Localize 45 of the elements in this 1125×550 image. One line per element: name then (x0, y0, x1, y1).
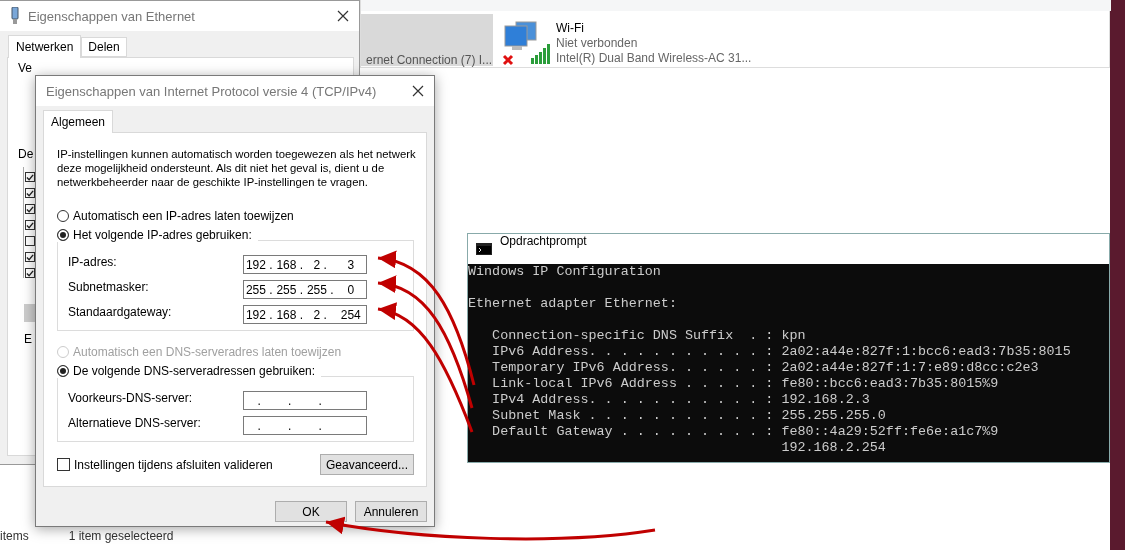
radio-label: Automatisch een IP-adres laten toewijzen (73, 209, 294, 223)
checkbox[interactable] (25, 236, 35, 246)
console-output: Windows IP Configuration Ethernet adapter Ethernet: Connection-specific DNS Suffix . : kpn IPv6 Address. . . . . . . . . . . : 2a02:a44e:827f:1:bcc6:ead3:7b35:8015 Temporary IPv6 Address. . . . . . : 2a02:a44e:827f:1:7:e89:d8cc:c2e3 Link-local IPv6 Address . . . . . : fe80::bcc6:ead3:7b35:8015%9 IPv4 Address. . . . . . . . . . . : 192.168.2.3 Subnet Mask . . . . . . . . . . . : 255.255.255.0 Default Gateway . . . . . . . . . : fe80::4a29:52ff:fe6e:a1c7%9 192.168.2.254 (468, 264, 1109, 462)
window-title: Eigenschappen van Ethernet (28, 8, 196, 24)
network-computers-icon (502, 20, 552, 66)
ok-button[interactable]: OK (275, 501, 347, 522)
ip-address-field[interactable]: 192 . 168 . 2 . 254 (243, 305, 367, 324)
tab[interactable]: Netwerken (8, 35, 82, 58)
radio-button[interactable] (57, 210, 69, 222)
connection-status: Niet verbonden (556, 36, 638, 50)
network-adapter-icon (10, 7, 20, 25)
adapter-name: Intel(R) Dual Band Wireless-AC 31... (556, 51, 752, 65)
window-title: Eigenschappen van Internet Protocol versie 4 (TCP/IPv4) (46, 83, 378, 99)
close-icon[interactable] (337, 10, 349, 22)
cancel-button[interactable]: Annuleren (355, 501, 427, 522)
radio-button[interactable] (57, 229, 69, 241)
field-label: Subnetmasker: (68, 280, 149, 294)
radio-button[interactable] (57, 365, 69, 377)
ip-address-field[interactable]: 192 . 168 . 2 . 3 (243, 255, 367, 274)
radio-label: De volgende DNS-serveradressen gebruiken: (73, 364, 316, 378)
button-edge[interactable] (24, 304, 36, 322)
section-label: De (18, 147, 34, 161)
tab[interactable]: Delen (81, 37, 127, 57)
field-label: IP-adres: (68, 255, 117, 269)
ip-address-field[interactable]: 255 . 255 . 255 . 0 (243, 280, 367, 299)
connection-name: Wi-Fi (556, 21, 584, 35)
connection-name: ernet Connection (7) I... (366, 53, 493, 67)
field-label: Alternatieve DNS-server: (68, 416, 201, 430)
validate-checkbox[interactable]: Instellingen tijdens afsluiten valideren (57, 457, 273, 472)
selection-count: 1 item geselecteerd (68, 529, 174, 543)
item-count: items (0, 529, 29, 543)
radio-label: Het volgende IP-adres gebruiken: (73, 228, 252, 242)
field-label: Voorkeurs-DNS-server: (68, 391, 193, 405)
section-label: Ve (18, 61, 32, 75)
field-label: Standaardgateway: (68, 305, 172, 319)
terminal-icon (476, 243, 492, 255)
window-title: Opdrachtprompt (500, 234, 588, 248)
ip-address-field[interactable]: . . . (243, 391, 367, 410)
advanced-button[interactable]: Geavanceerd... (320, 454, 414, 475)
tab[interactable]: Algemeen (43, 110, 114, 133)
section-label: E (24, 332, 32, 346)
close-icon[interactable] (412, 85, 424, 97)
ip-address-field[interactable]: . . . (243, 416, 367, 435)
radio-label: Automatisch een DNS-serveradres laten toewijzen (73, 345, 342, 359)
intro-text: IP-instellingen kunnen automatisch worden toegewezen als het netwerk deze mogelijkheid ondersteunt. Als dit niet het geval is, dient u de netwerkbeheerder naar de geschikte IP-instellingen te vragen. (57, 147, 417, 189)
